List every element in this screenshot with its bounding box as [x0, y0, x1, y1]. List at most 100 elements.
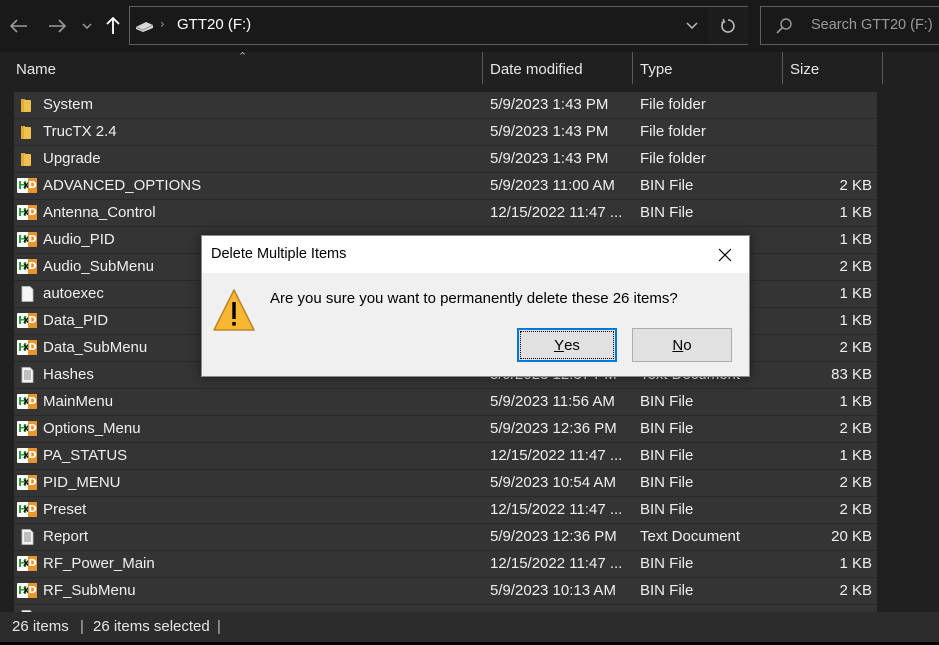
file-name: Audio_PID — [43, 231, 115, 248]
folder-icon — [21, 126, 31, 139]
dialog-close-button[interactable] — [707, 240, 743, 270]
delete-confirmation-dialog: Delete Multiple Items Are you sure you w… — [201, 235, 750, 377]
file-size: 2 KB — [839, 501, 872, 518]
file-date: 5/9/2023 1:43 PM — [490, 150, 609, 167]
no-accelerator: N — [672, 336, 684, 354]
file-row[interactable]: Hx D PA_STATUS 12/15/2022 11:47 ... BIN File… — [14, 443, 877, 470]
file-name: Options_Menu — [43, 420, 141, 437]
file-size: 1 KB — [839, 204, 872, 221]
search-icon — [776, 18, 792, 34]
file-date: 5/9/2023 12:36 PM — [490, 528, 617, 545]
navigation-bar: › GTT20 (F:) Search GTT20 (F:) — [0, 0, 939, 52]
address-dropdown-button[interactable] — [676, 7, 708, 44]
hxd-file-icon: HxD — [17, 583, 37, 598]
file-type: File folder — [640, 96, 706, 113]
file-name: Data_PID — [43, 312, 109, 329]
arrow-up-icon — [106, 17, 120, 34]
file-date: 12/15/2022 11:47 ... — [490, 204, 623, 221]
column-divider[interactable] — [482, 52, 483, 84]
file-size: 1 KB — [839, 555, 872, 572]
file-row[interactable]: Hx D Options_Menu 5/9/2023 12:36 PM BIN File… — [14, 416, 877, 443]
search-placeholder: Search GTT20 (F:) — [811, 17, 933, 33]
back-button[interactable] — [4, 11, 34, 41]
hxd-file-icon: HxD — [17, 232, 37, 247]
file-name: Data_SubMenu — [43, 339, 148, 356]
column-header-name[interactable]: Name — [16, 52, 480, 87]
refresh-button[interactable] — [708, 7, 748, 44]
file-type: Text Document — [640, 528, 741, 545]
column-header-size[interactable]: Size — [790, 52, 880, 87]
file-type: File folder — [640, 150, 706, 167]
close-icon — [718, 248, 732, 262]
file-name: RF_Power_Main — [43, 555, 155, 572]
breadcrumb-drive[interactable]: GTT20 (F:) — [177, 16, 251, 33]
yes-button[interactable]: Yes — [517, 328, 617, 362]
file-row[interactable]: Hx D ADVANCED_OPTIONS 5/9/2023 11:00 AM BIN … — [14, 173, 877, 200]
hxd-file-icon: HxD — [17, 205, 37, 220]
file-row[interactable]: Report 5/9/2023 12:36 PM Text Document 20 K… — [14, 524, 877, 551]
file-row[interactable]: Upgrade 5/9/2023 1:43 PM File folder — [14, 146, 877, 173]
file-size: 2 KB — [839, 582, 872, 599]
file-type: BIN File — [640, 582, 694, 599]
dialog-message: Are you sure you want to permanently del… — [270, 290, 678, 307]
forward-button[interactable] — [42, 11, 72, 41]
file-type: BIN File — [640, 501, 694, 518]
file-row[interactable]: Hx D RF_Power_Main 12/15/2022 11:47 ... BIN … — [14, 551, 877, 578]
file-size: 83 KB — [831, 366, 872, 383]
file-date: 5/9/2023 10:13 AM — [490, 582, 616, 599]
chevron-right-icon: › — [160, 17, 165, 31]
file-name: Report — [43, 528, 89, 545]
status-bar: 26 items | 26 items selected | — [0, 612, 939, 642]
recent-locations-button[interactable] — [78, 11, 96, 41]
status-separator: | — [80, 618, 84, 635]
file-date: 5/9/2023 1:43 PM — [490, 123, 609, 140]
file-type: BIN File — [640, 177, 694, 194]
file-row[interactable]: System 5/9/2023 1:43 PM File folder — [14, 92, 877, 119]
column-header-type[interactable]: Type — [640, 52, 780, 87]
column-header-date[interactable]: Date modified — [490, 52, 630, 87]
file-name: MainMenu — [43, 393, 114, 410]
no-button[interactable]: No — [632, 328, 732, 362]
arrow-left-icon — [10, 19, 27, 33]
file-size: 2 KB — [839, 177, 872, 194]
file-name: ADVANCED_OPTIONS — [43, 177, 202, 194]
file-row[interactable] — [14, 605, 877, 612]
file-row[interactable]: Hx D Antenna_Control 12/15/2022 11:47 ... BI… — [14, 200, 877, 227]
hxd-file-icon: HxD — [17, 340, 37, 355]
file-row[interactable]: TrucTX 2.4 5/9/2023 1:43 PM File folder — [14, 119, 877, 146]
file-row[interactable]: Hx D PID_MENU 5/9/2023 10:54 AM BIN File 2 KB — [14, 470, 877, 497]
file-type: File folder — [640, 123, 706, 140]
file-row[interactable]: Hx D RF_SubMenu 5/9/2023 10:13 AM BIN File 2 … — [14, 578, 877, 605]
file-size: 2 KB — [839, 420, 872, 437]
yes-label: es — [564, 336, 580, 354]
up-button[interactable] — [100, 11, 126, 41]
file-name: Antenna_Control — [43, 204, 156, 221]
file-type: BIN File — [640, 555, 694, 572]
column-divider[interactable] — [782, 52, 783, 84]
file-type: BIN File — [640, 393, 694, 410]
column-divider[interactable] — [632, 52, 633, 84]
address-bar[interactable]: › GTT20 (F:) — [129, 6, 748, 45]
dialog-title: Delete Multiple Items — [211, 246, 347, 262]
refresh-icon — [721, 18, 735, 33]
drive-icon — [135, 22, 154, 32]
file-name: PA_STATUS — [43, 447, 128, 464]
no-label: o — [683, 336, 692, 354]
file-date: 12/15/2022 11:47 ... — [490, 501, 623, 518]
hxd-file-icon: HxD — [17, 313, 37, 328]
file-type: BIN File — [640, 474, 694, 491]
file-type: BIN File — [640, 204, 694, 221]
file-date: 5/9/2023 11:00 AM — [490, 177, 615, 194]
text-file-icon — [21, 529, 34, 545]
column-divider[interactable] — [882, 52, 883, 84]
file-date: 5/9/2023 11:56 AM — [490, 393, 615, 410]
file-row[interactable]: Hx D MainMenu 5/9/2023 11:56 AM BIN File 1 KB — [14, 389, 877, 416]
dialog-title-bar[interactable]: Delete Multiple Items — [202, 236, 749, 273]
yes-accelerator: Y — [554, 336, 565, 354]
text-file-icon — [21, 367, 34, 383]
search-box[interactable]: Search GTT20 (F:) — [760, 6, 939, 45]
file-size: 2 KB — [839, 258, 872, 275]
hxd-file-icon: HxD — [17, 556, 37, 571]
file-name: System — [43, 96, 94, 113]
file-row[interactable]: Hx D Preset 12/15/2022 11:47 ... BIN File 2 K… — [14, 497, 877, 524]
